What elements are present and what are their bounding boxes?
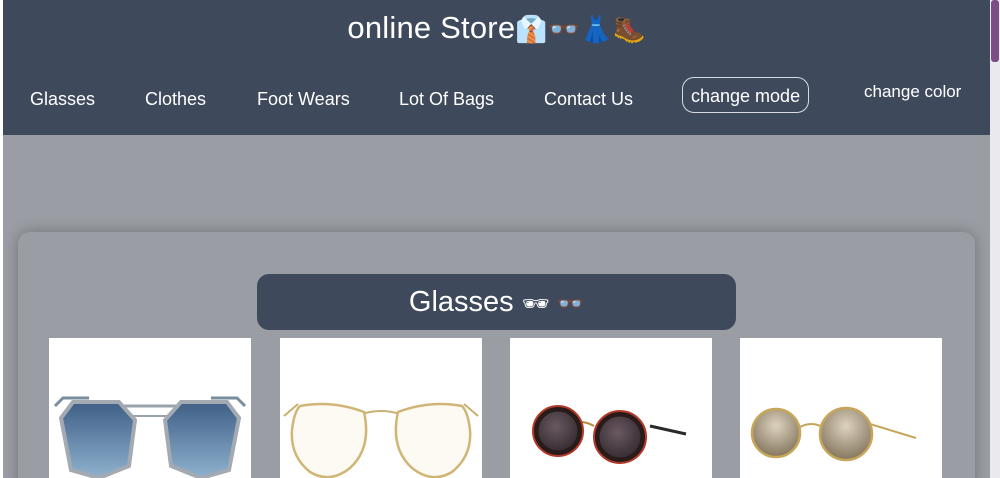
- site-title-text: online Store: [347, 10, 516, 45]
- section-heading-text: Glasses: [408, 286, 514, 318]
- site-title: online Store👔👓👗🥾: [3, 10, 990, 46]
- site-title-emoji: 👔👓👗🥾: [515, 15, 646, 45]
- nav-clothes[interactable]: Clothes: [145, 89, 206, 110]
- product-card[interactable]: [280, 338, 482, 478]
- product-card[interactable]: [510, 338, 712, 478]
- hexagonal-sunglasses-icon: [53, 396, 247, 478]
- nav-contact-us[interactable]: Contact Us: [544, 89, 633, 110]
- nav-lot-of-bags[interactable]: Lot Of Bags: [399, 89, 494, 110]
- product-card[interactable]: [49, 338, 251, 478]
- scrollbar-thumb[interactable]: [991, 0, 999, 62]
- glasses-section: Glasses 🕶 👓: [18, 232, 975, 478]
- page-scrollbar[interactable]: [990, 0, 1000, 478]
- aviator-eyeglasses-icon: [283, 402, 479, 478]
- top-header: online Store👔👓👗🥾 Glasses Clothes Foot We…: [3, 0, 990, 135]
- change-mode-button[interactable]: change mode: [682, 77, 810, 113]
- app: online Store👔👓👗🥾 Glasses Clothes Foot We…: [3, 0, 990, 478]
- section-heading-emoji: 🕶 👓: [521, 292, 585, 317]
- round-red-sunglasses-icon: [532, 405, 687, 464]
- round-gold-sunglasses-icon: [750, 406, 917, 462]
- section-heading: Glasses 🕶 👓: [257, 274, 736, 330]
- nav-foot-wears[interactable]: Foot Wears: [257, 89, 350, 110]
- product-card[interactable]: [740, 338, 942, 478]
- change-color-link[interactable]: change color: [864, 82, 961, 102]
- nav-glasses[interactable]: Glasses: [30, 89, 95, 110]
